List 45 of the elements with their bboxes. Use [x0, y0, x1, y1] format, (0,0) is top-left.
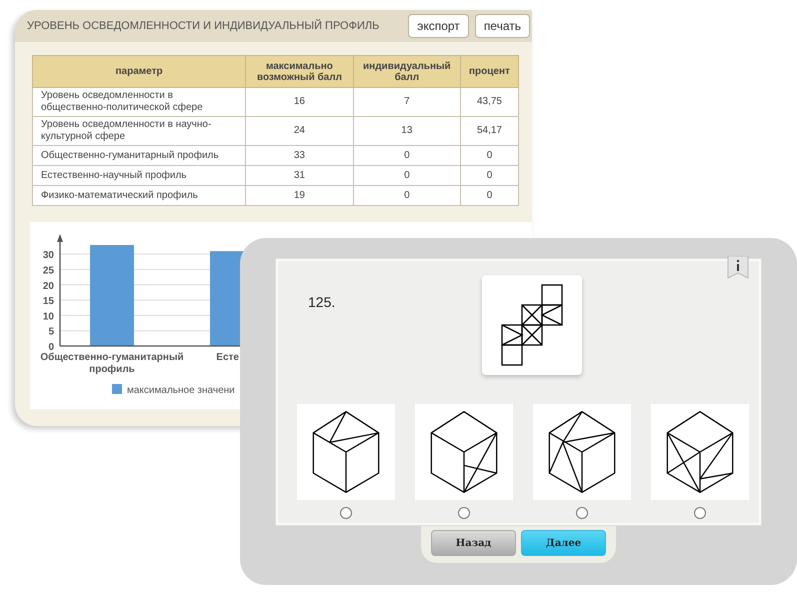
table-cell: Естественно-научный профиль [32, 166, 246, 186]
table-cell: 54,17 [460, 116, 518, 146]
back-button[interactable]: Назад [431, 530, 516, 556]
table-cell: 31 [246, 166, 354, 186]
axis-tick-label: 25 [42, 265, 54, 276]
axis-tick-label: 30 [42, 250, 54, 262]
table-cell: 0 [353, 166, 460, 186]
table-cell: Физико-математический профиль [32, 186, 246, 206]
table-cell: 0 [460, 166, 518, 186]
table-cell: 0 [460, 186, 518, 206]
axis-tick-label: 20 [42, 280, 54, 292]
radio-button[interactable] [694, 507, 706, 519]
panel-title: УРОВЕНЬ ОСВЕДОМЛЕННОСТИ И ИНДИВИДУАЛЬНЫЙ ПРОФИЛЬ [27, 20, 380, 32]
next-button[interactable]: Далее [521, 530, 606, 556]
column-header: параметр [32, 56, 246, 88]
radio-button[interactable] [340, 507, 352, 519]
table-cell: 7 [353, 88, 460, 116]
column-header: максимально возможный балл [246, 56, 354, 88]
table-cell: 43,75 [460, 88, 518, 116]
axis-tick-label: 5 [48, 326, 54, 338]
table-cell: 0 [460, 146, 518, 166]
radio-button[interactable] [458, 507, 470, 519]
table-cell: 0 [353, 146, 460, 166]
toolbar-button[interactable]: экспорт [408, 14, 469, 38]
column-header: процент [460, 56, 518, 88]
toolbar-button[interactable]: печать [474, 14, 530, 38]
legend-label: максимальное значени [127, 385, 235, 396]
table-cell: 24 [246, 116, 354, 146]
table-cell: Уровень осведомленности в научно-культурной сфере [32, 116, 246, 146]
radio-button[interactable] [576, 507, 588, 519]
legend-swatch [112, 384, 122, 394]
category-label: Общественно-гуманитарный профиль [40, 352, 184, 375]
column-header: индивидуальный балл [353, 56, 460, 88]
table-cell: 16 [246, 88, 354, 116]
table-cell: 33 [246, 146, 354, 166]
table-cell: Уровень осведомленности в общественно-политической сфере [32, 88, 246, 116]
question-number: 125. [308, 294, 336, 310]
table-cell: 0 [353, 186, 460, 206]
axis-tick-label: 10 [42, 311, 54, 322]
table-cell: 19 [246, 186, 354, 206]
table-cell: Общественно-гуманитарный профиль [32, 146, 246, 166]
category-label: Есте [216, 352, 239, 363]
axis-tick-label: 15 [42, 296, 54, 308]
table-cell: 13 [353, 116, 460, 146]
axis-tick-label: 0 [48, 342, 54, 353]
